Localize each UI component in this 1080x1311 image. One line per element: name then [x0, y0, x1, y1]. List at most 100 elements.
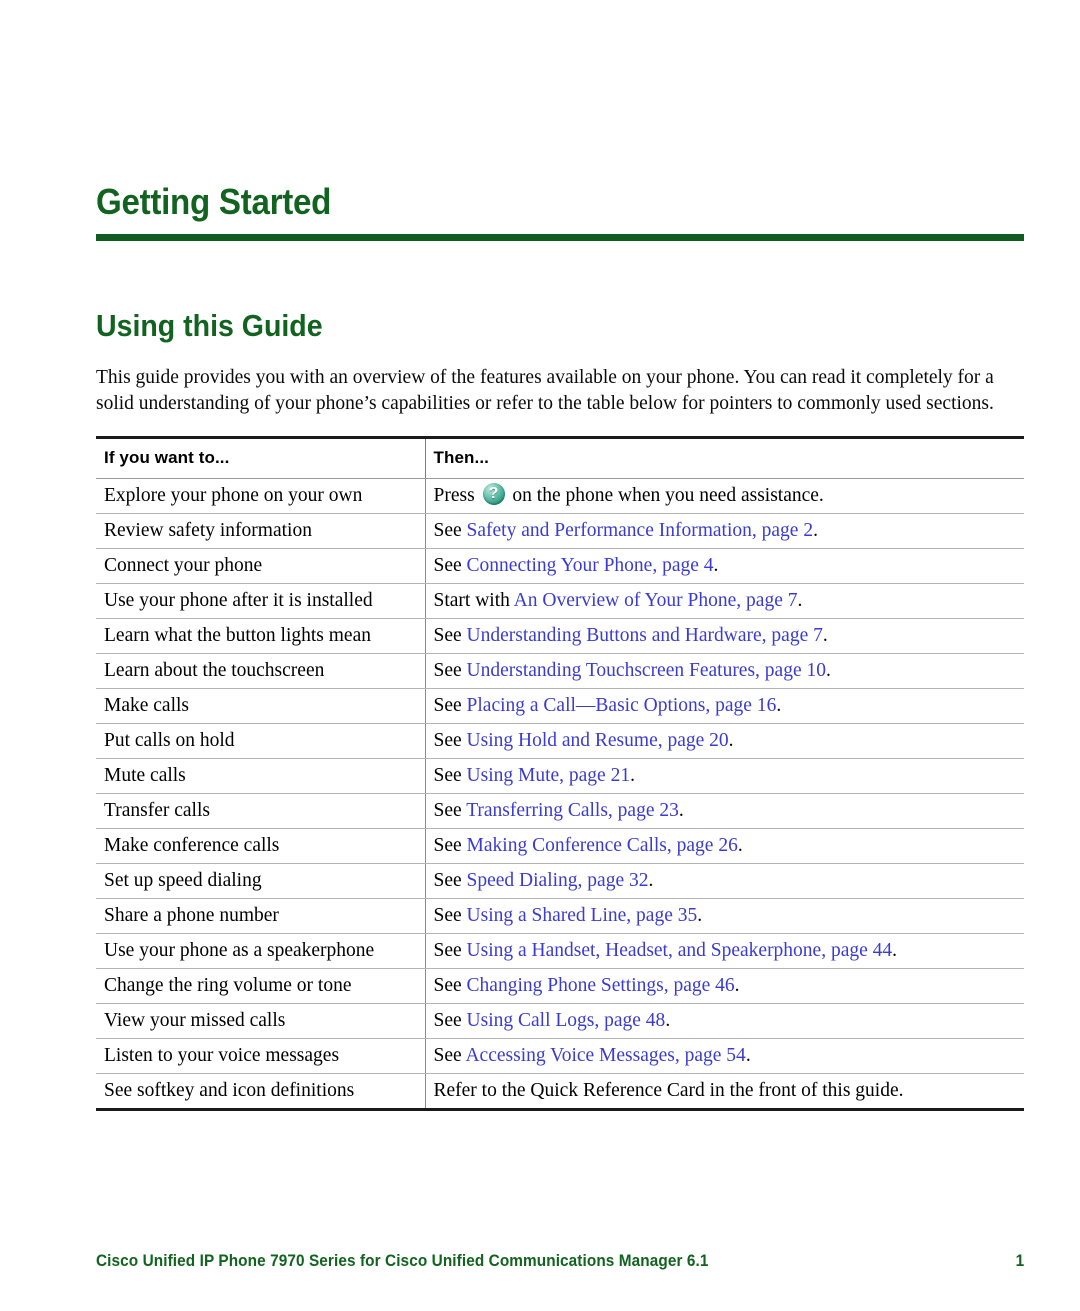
reference-prefix: See: [433, 975, 467, 996]
chapter-title-rule: [96, 234, 1024, 241]
table-row: Explore your phone on your own Press ? on…: [96, 478, 1024, 514]
cross-reference-link[interactable]: Safety and Performance Information, page…: [467, 520, 814, 541]
document-page: Getting Started Using this Guide This gu…: [0, 0, 1080, 1311]
reference-prefix: See: [433, 730, 467, 751]
table-header: If you want to... Then...: [96, 436, 1024, 479]
cross-reference-link[interactable]: Accessing Voice Messages, page 54: [465, 1045, 745, 1066]
cross-reference-link[interactable]: Using a Handset, Headset, and Speakerpho…: [467, 940, 893, 961]
table-cell-task: Put calls on hold: [96, 723, 425, 759]
reference-tail: .: [822, 625, 828, 646]
cross-reference-link[interactable]: Speed Dialing, page 32: [467, 870, 649, 891]
reference-tail: .: [734, 975, 740, 996]
reference-prefix: See: [433, 520, 467, 541]
reference-tail: .: [713, 555, 719, 576]
table-cell-task: Review safety information: [96, 513, 425, 549]
table-cell-task: Make conference calls: [96, 828, 425, 864]
reference-tail: .: [737, 835, 743, 856]
table-cell-reference: See Accessing Voice Messages, page 54.: [424, 1038, 1024, 1074]
table-cell-reference: See Changing Phone Settings, page 46.: [424, 968, 1024, 1004]
cross-reference-link[interactable]: Placing a Call—Basic Options, page 16: [467, 695, 777, 716]
cross-reference-link[interactable]: Understanding Touchscreen Features, page…: [467, 660, 826, 681]
table-cell-task: Mute calls: [96, 758, 425, 794]
table-cell-reference: See Making Conference Calls, page 26.: [424, 828, 1024, 864]
reference-prefix: See: [433, 870, 467, 891]
cross-reference-link[interactable]: An Overview of Your Phone, page 7: [514, 590, 798, 611]
footer-page-number: 1: [1015, 1252, 1024, 1270]
reference-tail: .: [630, 765, 635, 786]
table-cell-task: Make calls: [96, 688, 425, 724]
cross-reference-link[interactable]: Making Conference Calls, page 26: [467, 835, 738, 856]
table-cell-reference: See Transferring Calls, page 23.: [424, 793, 1024, 829]
reference-suffix: on the phone when you need assistance.: [507, 485, 824, 506]
table-cell-task: Set up speed dialing: [96, 863, 425, 899]
table-row: Listen to your voice messages See Accessi…: [96, 1038, 1024, 1074]
table-row: Use your phone as a speakerphone See Usin…: [96, 933, 1024, 969]
reference-prefix: See: [433, 695, 467, 716]
footer-document-title: Cisco Unified IP Phone 7970 Series for C…: [96, 1252, 709, 1270]
table-row: Review safety information See Safety and …: [96, 513, 1024, 549]
table-cell-task: View your missed calls: [96, 1003, 425, 1039]
table-cell-reference: See Using a Shared Line, page 35.: [424, 898, 1024, 934]
table-cell-reference: See Understanding Buttons and Hardware, …: [424, 618, 1024, 654]
reference-tail: .: [678, 800, 684, 821]
table-cell-task: Learn what the button lights mean: [96, 618, 425, 654]
table-row: See softkey and icon definitions Refer to…: [96, 1073, 1024, 1111]
table-row: Put calls on hold See Using Hold and Resu…: [96, 723, 1024, 759]
table-cell-reference: See Speed Dialing, page 32.: [424, 863, 1024, 899]
reference-prefix: See: [433, 905, 467, 926]
table-cell-task: Connect your phone: [96, 548, 425, 584]
table-row: Transfer calls See Transferring Calls, pa…: [96, 793, 1024, 829]
table-cell-task: Share a phone number: [96, 898, 425, 934]
reference-prefix: See: [433, 1010, 467, 1031]
reference-tail: .: [648, 870, 654, 891]
table-cell-task: Change the ring volume or tone: [96, 968, 425, 1004]
table-row: Connect your phone See Connecting Your Ph…: [96, 548, 1024, 584]
table-cell-reference: See Safety and Performance Information, …: [424, 513, 1024, 549]
reference-tail: .: [826, 660, 831, 681]
reference-prefix: See: [433, 835, 467, 856]
reference-prefix: Start with: [433, 590, 514, 611]
help-question-icon[interactable]: ?: [482, 483, 505, 505]
cross-reference-link[interactable]: Using a Shared Line, page 35: [467, 905, 698, 926]
reference-prefix: See: [433, 625, 467, 646]
table-cell-reference: See Placing a Call—Basic Options, page 1…: [424, 688, 1024, 724]
cross-reference-link[interactable]: Connecting Your Phone, page 4: [467, 555, 714, 576]
table-cell-reference: See Using a Handset, Headset, and Speake…: [424, 933, 1024, 969]
cross-reference-link[interactable]: Using Call Logs, page 48: [467, 1010, 666, 1031]
reference-prefix: See: [433, 660, 467, 681]
reference-prefix: See: [433, 940, 467, 961]
table-row: Change the ring volume or tone See Changi…: [96, 968, 1024, 1004]
cross-reference-link[interactable]: Changing Phone Settings, page 46: [467, 975, 735, 996]
table-cell-reference: Start with An Overview of Your Phone, pa…: [424, 583, 1024, 619]
table-cell-reference: See Using Hold and Resume, page 20.: [424, 723, 1024, 759]
cross-reference-link[interactable]: Using Mute, page 21: [467, 765, 631, 786]
reference-prefix: See: [433, 1045, 466, 1066]
table-row: Make conference calls See Making Conferen…: [96, 828, 1024, 864]
table-cell-reference: See Using Call Logs, page 48.: [424, 1003, 1024, 1039]
reference-tail: .: [892, 940, 898, 961]
reference-prefix: See: [433, 555, 467, 576]
reference-tail: .: [665, 1010, 671, 1031]
table-cell-task: Listen to your voice messages: [96, 1038, 425, 1074]
reference-tail: .: [745, 1045, 751, 1066]
cross-reference-link[interactable]: Transferring Calls, page 23: [466, 800, 679, 821]
page-title: Getting Started: [96, 181, 332, 222]
table-cell-reference: Refer to the Quick Reference Card in the…: [424, 1073, 1024, 1111]
table-row: Make calls See Placing a Call—Basic Optio…: [96, 688, 1024, 724]
table-row: Use your phone after it is installed Star…: [96, 583, 1024, 619]
table-cell-task: Learn about the touchscreen: [96, 653, 425, 689]
help-question-glyph: ?: [488, 485, 499, 502]
cross-reference-link[interactable]: Using Hold and Resume, page 20: [467, 730, 729, 751]
reference-tail: .: [776, 695, 782, 716]
page-footer: Cisco Unified IP Phone 7970 Series for C…: [96, 1252, 1024, 1271]
table-header-row: If you want to... Then...: [96, 436, 1024, 479]
cross-reference-link[interactable]: Understanding Buttons and Hardware, page…: [467, 625, 823, 646]
reference-prefix: Press: [433, 485, 480, 506]
reference-prefix: See: [433, 765, 467, 786]
table-row: Mute calls See Using Mute, page 21.: [96, 758, 1024, 794]
table-body: Explore your phone on your own Press ? on…: [96, 478, 1024, 1111]
section-heading: Using this Guide: [96, 308, 323, 343]
table-cell-reference: See Connecting Your Phone, page 4.: [424, 548, 1024, 584]
reference-tail: .: [813, 520, 818, 541]
section-intro-paragraph: This guide provides you with an overview…: [96, 367, 994, 414]
